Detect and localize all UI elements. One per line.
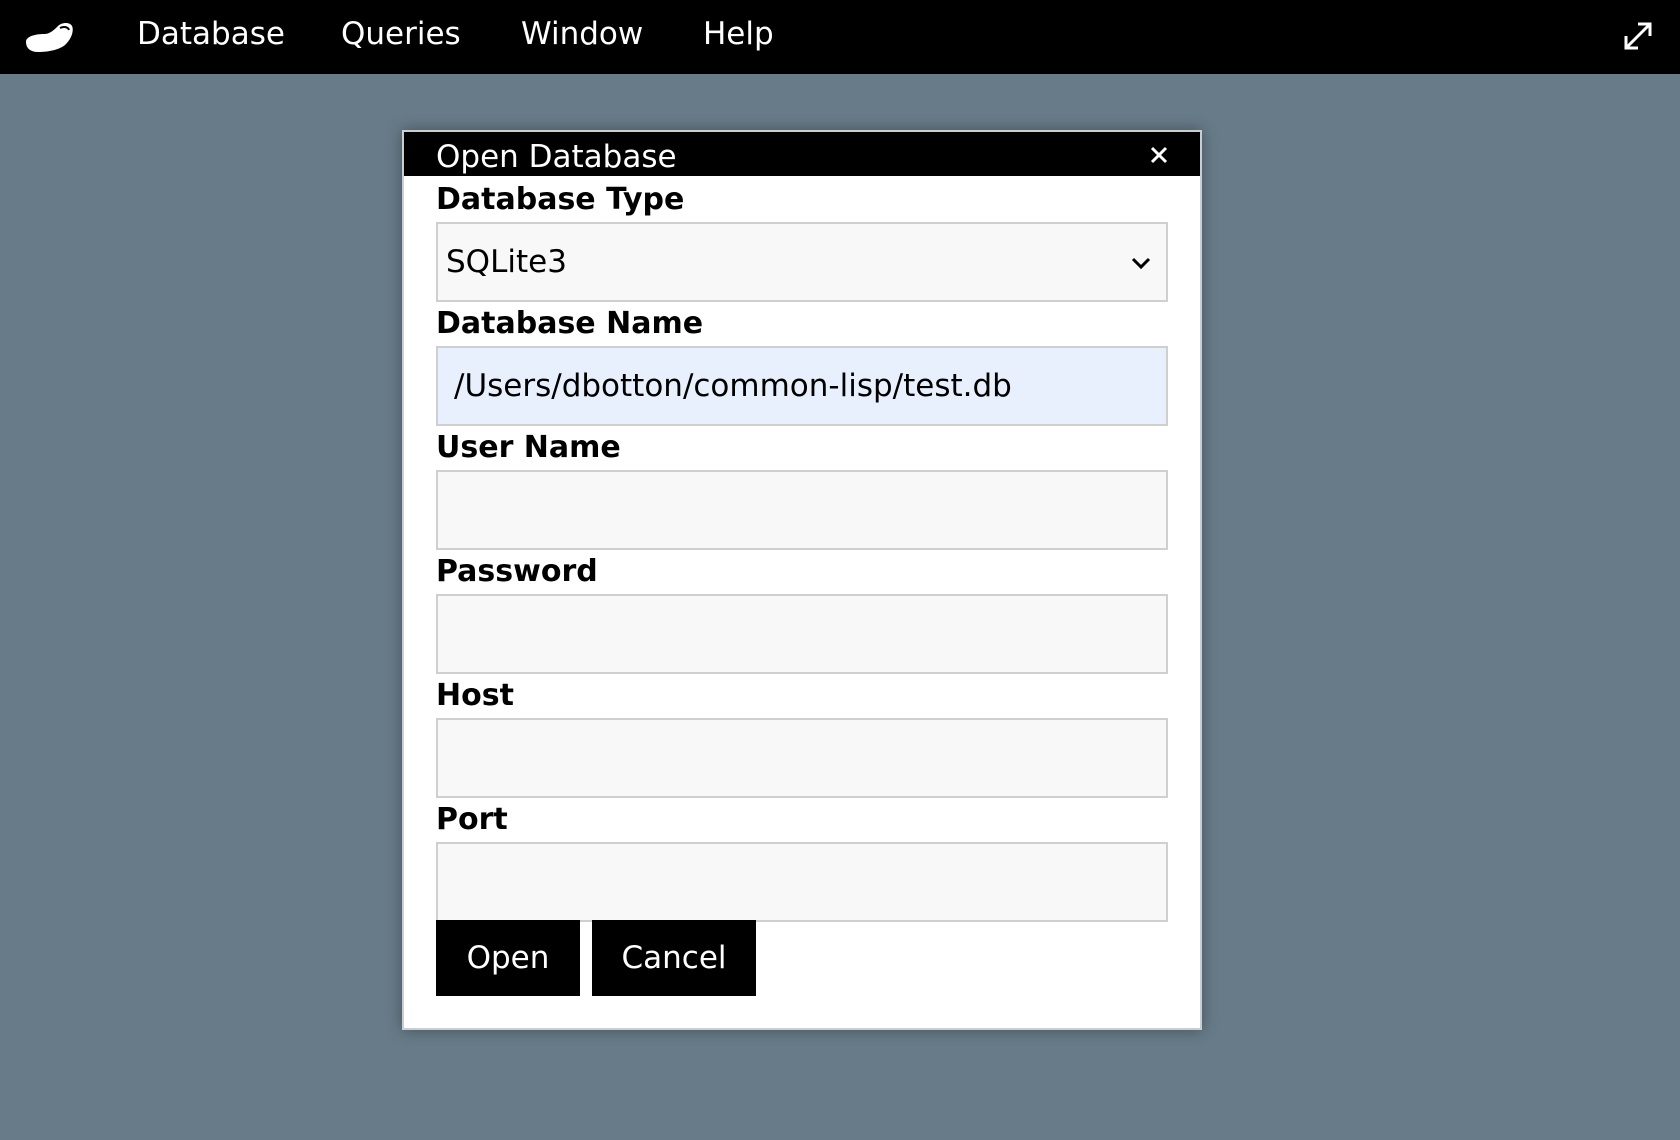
database-type-select[interactable]: SQLite3 xyxy=(436,222,1168,302)
cancel-button[interactable]: Cancel xyxy=(592,920,756,996)
open-database-dialog: Open Database Database Type SQLite3 Data… xyxy=(402,130,1202,1030)
password-input[interactable] xyxy=(436,594,1168,674)
menu-window[interactable]: Window xyxy=(521,0,643,68)
password-label: Password xyxy=(436,554,598,589)
database-name-label: Database Name xyxy=(436,306,704,341)
port-label: Port xyxy=(436,802,508,837)
menu-help[interactable]: Help xyxy=(703,0,774,68)
database-type-label: Database Type xyxy=(436,182,685,217)
expand-arrows-icon[interactable] xyxy=(1620,18,1656,54)
clog-shoe-icon[interactable] xyxy=(22,16,74,56)
close-icon[interactable] xyxy=(1142,138,1176,172)
database-name-input[interactable] xyxy=(436,346,1168,426)
menu-queries[interactable]: Queries xyxy=(341,0,461,68)
user-name-input[interactable] xyxy=(436,470,1168,550)
host-input[interactable] xyxy=(436,718,1168,798)
port-input[interactable] xyxy=(436,842,1168,922)
dialog-title: Open Database xyxy=(436,139,677,175)
menu-database[interactable]: Database xyxy=(137,0,285,68)
menu-bar: Database Queries Window Help xyxy=(0,0,1680,74)
open-button[interactable]: Open xyxy=(436,920,580,996)
dialog-titlebar[interactable]: Open Database xyxy=(404,132,1200,176)
user-name-label: User Name xyxy=(436,430,621,465)
chevron-down-icon xyxy=(1131,257,1151,270)
host-label: Host xyxy=(436,678,514,713)
database-type-value: SQLite3 xyxy=(446,244,567,280)
